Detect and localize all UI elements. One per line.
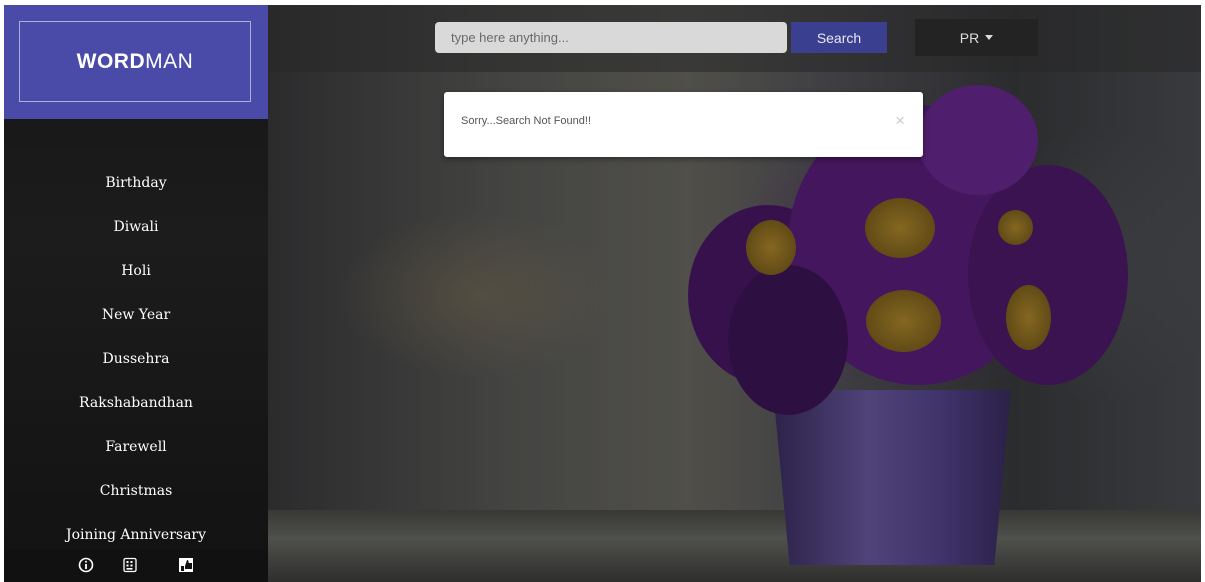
sidebar: WORDMAN Birthday Diwali Holi New Year Du… (4, 5, 268, 582)
alert-message: Sorry...Search Not Found!! (461, 115, 592, 127)
sidebar-item-new-year[interactable]: New Year (4, 297, 268, 341)
info-icon[interactable] (78, 557, 94, 573)
logo-area[interactable]: WORDMAN (4, 5, 268, 119)
keyboard-icon[interactable] (122, 557, 138, 573)
sidebar-item-birthday[interactable]: Birthday (4, 165, 268, 209)
sidebar-item-dussehra[interactable]: Dussehra (4, 341, 268, 385)
sidebar-item-rakshabandhan[interactable]: Rakshabandhan (4, 385, 268, 429)
thumbs-up-icon[interactable] (178, 557, 194, 573)
logo-frame: WORDMAN (19, 21, 251, 102)
occasion-menu: Birthday Diwali Holi New Year Dussehra R… (4, 165, 268, 561)
brand-logo: WORDMAN (76, 49, 194, 73)
sidebar-item-diwali[interactable]: Diwali (4, 209, 268, 253)
search-button[interactable]: Search (791, 22, 887, 53)
top-search-bar: Search PR (268, 5, 1201, 72)
sidebar-footer (4, 550, 268, 582)
language-selected: PR (959, 29, 980, 46)
language-dropdown[interactable]: PR (915, 19, 1038, 56)
search-alert: Sorry...Search Not Found!! × (444, 92, 923, 157)
sidebar-item-christmas[interactable]: Christmas (4, 473, 268, 517)
search-input[interactable] (435, 22, 787, 53)
caret-down-icon (985, 35, 994, 40)
sidebar-item-holi[interactable]: Holi (4, 253, 268, 297)
close-icon[interactable]: × (895, 111, 905, 131)
sidebar-item-farewell[interactable]: Farewell (4, 429, 268, 473)
